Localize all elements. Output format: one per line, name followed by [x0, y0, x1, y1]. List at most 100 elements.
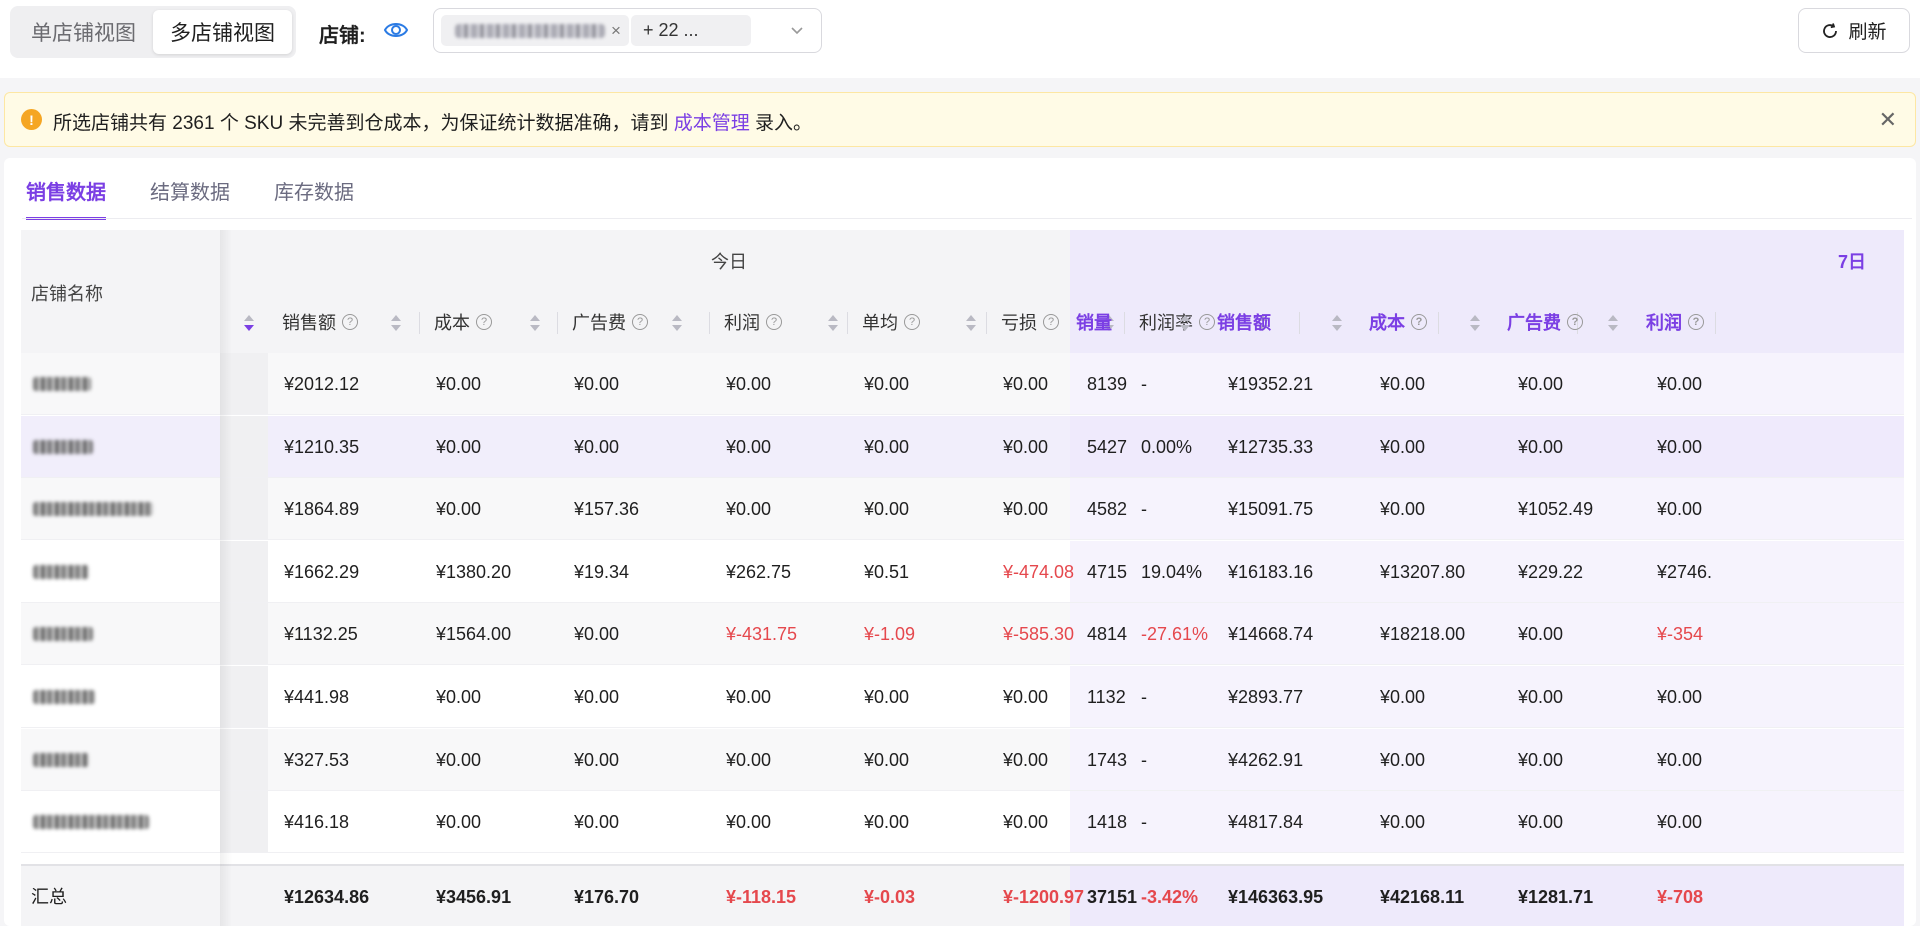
sales-table: 店铺名称 今日 7日 销售额? 成本? 广告费? 利润? 单均? 亏损? 利润率? 销量 销售额…	[21, 230, 1904, 926]
sort-icon[interactable]	[529, 314, 541, 332]
table-cell: ¥0.00	[1657, 499, 1703, 520]
table-cell: ¥0.00	[1518, 749, 1564, 770]
table-cell: ¥0.00	[1003, 812, 1049, 833]
table-cell: ¥0.00	[864, 374, 910, 394]
week-column-header[interactable]: 利润?	[1646, 310, 1704, 334]
table-cell: ¥1864.89	[284, 499, 360, 520]
table-cell: ¥0.00	[864, 687, 910, 707]
table-cell: 0.00%	[1141, 436, 1193, 457]
sort-icon[interactable]	[1331, 314, 1343, 332]
table-cell: ¥-474.08	[1003, 561, 1075, 582]
table-row[interactable]: ¥1210.35 ¥0.00 ¥0.00 ¥0.00 ¥0.00 ¥0.00 0.00% 54…	[21, 415, 1904, 478]
table-cell: ¥0.00	[1657, 812, 1703, 833]
sort-icon[interactable]	[1179, 314, 1191, 332]
table-row[interactable]: ¥1864.89 ¥0.00 ¥157.36 ¥0.00 ¥0.00 ¥0.00 -4582…	[21, 478, 1904, 541]
table-cell: ¥0.00	[726, 374, 772, 394]
table-cell: ¥0.00	[436, 749, 482, 770]
help-icon[interactable]: ?	[342, 314, 358, 330]
row-divider	[21, 852, 1904, 854]
table-cell: 4715	[1087, 561, 1128, 582]
table-cell: ¥-431.75	[726, 624, 798, 645]
week-column-header[interactable]: 成本?	[1369, 310, 1427, 334]
sort-icon[interactable]	[671, 314, 683, 332]
multi-store-view-button[interactable]: 多店铺视图	[153, 10, 292, 54]
table-row[interactable]: ¥1662.29 ¥1380.20 ¥19.34 ¥262.75 ¥0.51 ¥-474.…	[21, 540, 1904, 603]
today-column-header[interactable]: 成本?	[434, 310, 492, 334]
table-cell: 1132	[1087, 687, 1126, 707]
row-background-week	[1070, 478, 1904, 541]
help-icon[interactable]: ?	[1199, 314, 1215, 330]
help-icon[interactable]: ?	[766, 314, 782, 330]
table-cell: ¥0.00	[1003, 687, 1049, 707]
table-row[interactable]: ¥1132.25 ¥1564.00 ¥0.00 ¥-431.75 ¥-1.09 ¥-585…	[21, 603, 1904, 666]
week-group-title: 7日	[1838, 252, 1867, 272]
help-icon[interactable]: ?	[632, 314, 648, 330]
today-column-header[interactable]: 单均?	[862, 310, 920, 334]
total-row: 汇总 ¥12634.86 ¥3456.91 ¥176.70 ¥-118.15 ¥-0.03…	[21, 864, 1904, 926]
column-header-label: 销售额	[282, 313, 336, 333]
cost-management-link[interactable]: 成本管理	[674, 113, 750, 134]
week-column-header[interactable]: 销量	[1076, 310, 1112, 334]
week-column-header[interactable]: 广告费?	[1507, 310, 1583, 334]
table-row[interactable]: ¥416.18 ¥0.00 ¥0.00 ¥0.00 ¥0.00 ¥0.00 -1418 ¥48…	[21, 791, 1904, 854]
column-divider	[419, 312, 420, 334]
table-cell: ¥0.00	[1003, 374, 1049, 394]
table-row[interactable]: ¥327.53 ¥0.00 ¥0.00 ¥0.00 ¥0.00 ¥0.00 -1743 ¥42…	[21, 728, 1904, 791]
close-icon[interactable]: ✕	[1879, 107, 1897, 133]
sort-icon[interactable]	[965, 314, 977, 332]
table-cell: ¥0.00	[726, 687, 772, 707]
table-cell: ¥2746.	[1657, 561, 1713, 582]
column-divider	[847, 312, 848, 334]
refresh-icon	[1823, 22, 1838, 38]
single-store-view-button[interactable]: 单店铺视图	[14, 10, 153, 54]
help-icon[interactable]: ?	[1411, 314, 1427, 330]
tab-inventory-data[interactable]: 库存数据	[274, 176, 354, 220]
column-divider	[1124, 312, 1125, 334]
today-column-header[interactable]: 亏损?	[1001, 310, 1059, 334]
today-column-header[interactable]: 利润率?	[1139, 310, 1215, 334]
column-divider	[557, 312, 558, 334]
tab-sales-data[interactable]: 销售数据	[26, 176, 106, 220]
table-cell: ¥0.00	[1380, 499, 1426, 520]
table-cell: ¥18218.00	[1380, 624, 1466, 645]
today-column-header[interactable]: 利润?	[724, 310, 782, 334]
sort-icon[interactable]	[827, 314, 839, 332]
sort-icon[interactable]	[1469, 314, 1481, 332]
table-cell: ¥13207.80	[1380, 561, 1466, 582]
refresh-button[interactable]: 刷新	[1798, 8, 1910, 53]
help-icon[interactable]: ?	[1567, 314, 1583, 330]
total-cell: ¥176.70	[574, 887, 640, 907]
table-cell: 5427	[1087, 436, 1128, 457]
sort-icon[interactable]	[390, 314, 402, 332]
more-stores-tag[interactable]: + 22 ...	[631, 15, 751, 46]
week-column-header[interactable]: 销售额	[1217, 310, 1271, 334]
total-label: 汇总	[31, 887, 67, 907]
tag-close-icon[interactable]: ×	[611, 21, 621, 41]
help-icon[interactable]: ?	[1688, 314, 1704, 330]
tab-settlement-data[interactable]: 结算数据	[150, 176, 230, 220]
table-cell: -	[1141, 499, 1147, 520]
today-column-header[interactable]: 销售额?	[282, 310, 358, 334]
today-column-header[interactable]: 广告费?	[572, 310, 648, 334]
eye-icon[interactable]	[383, 19, 409, 41]
table-row[interactable]: ¥2012.12 ¥0.00 ¥0.00 ¥0.00 ¥0.00 ¥0.00 -8139 ¥1…	[21, 353, 1904, 415]
view-toggle: 单店铺视图 多店铺视图	[10, 6, 296, 58]
store-select[interactable]: × + 22 ...	[433, 8, 822, 53]
table-cell: ¥229.22	[1518, 561, 1584, 582]
row-background-week	[1070, 353, 1904, 415]
chevron-down-icon[interactable]	[789, 22, 805, 38]
help-icon[interactable]: ?	[904, 314, 920, 330]
total-cell: ¥-0.03	[864, 887, 916, 907]
total-cell: ¥-118.15	[726, 887, 797, 907]
sort-icon[interactable]	[1607, 314, 1619, 332]
table-cell: 8139	[1087, 374, 1128, 394]
table-row[interactable]: ¥441.98 ¥0.00 ¥0.00 ¥0.00 ¥0.00 ¥0.00 -1132 ¥28…	[21, 666, 1904, 728]
help-icon[interactable]: ?	[1043, 314, 1059, 330]
sort-icon[interactable]	[243, 314, 255, 332]
column-header-label: 广告费	[1507, 313, 1561, 333]
total-cell: ¥-708	[1657, 887, 1704, 907]
help-icon[interactable]: ?	[476, 314, 492, 330]
blurred-store-name	[33, 627, 93, 642]
table-cell: ¥0.00	[1518, 624, 1564, 645]
data-card: 销售数据 结算数据 库存数据 店铺名称 今日 7日 销售额? 成本? 广告费? 利润?…	[4, 158, 1916, 926]
